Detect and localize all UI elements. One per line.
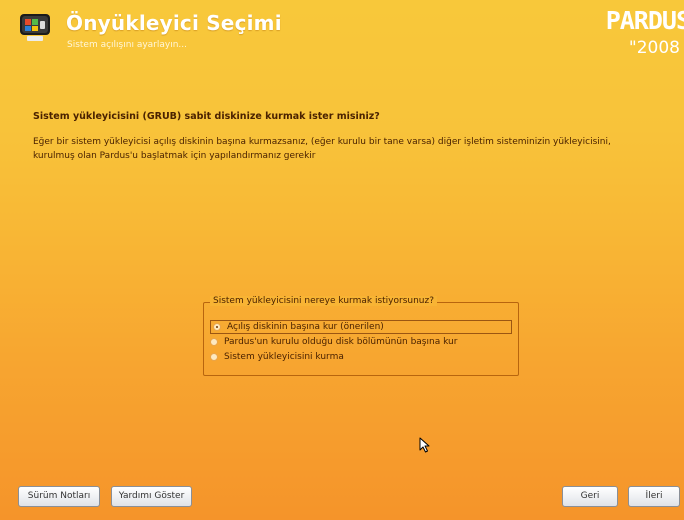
group-legend: Sistem yükleyicisini nereye kurmak istiy… bbox=[210, 296, 438, 306]
show-help-button[interactable]: Yardımı Göster bbox=[111, 486, 192, 507]
pardus-logo: PARDUS "2008 bbox=[606, 6, 684, 62]
page-title: Önyükleyici Seçimi bbox=[66, 11, 282, 35]
radio-unchecked-icon[interactable] bbox=[210, 353, 218, 361]
bootloader-screen-icon bbox=[19, 13, 51, 43]
option-no-bootloader[interactable]: Sistem yükleyicisini kurma bbox=[210, 350, 344, 364]
question-heading: Sistem yükleyicisini (GRUB) sabit diskin… bbox=[33, 111, 380, 122]
radio-unchecked-icon[interactable] bbox=[210, 338, 218, 346]
release-notes-button[interactable]: Sürüm Notları bbox=[18, 486, 100, 507]
next-button[interactable]: İleri bbox=[628, 486, 680, 507]
option-label: Pardus'un kurulu olduğu disk bölümünün b… bbox=[224, 337, 458, 347]
back-button[interactable]: Geri bbox=[562, 486, 618, 507]
radio-checked-icon[interactable] bbox=[213, 323, 221, 331]
mouse-cursor-icon bbox=[419, 437, 431, 453]
option-label: Sistem yükleyicisini kurma bbox=[224, 352, 344, 362]
page-subtitle: Sistem açılışını ayarlayın... bbox=[67, 40, 188, 50]
install-location-group: Sistem yükleyicisini nereye kurmak istiy… bbox=[203, 296, 519, 376]
option-pardus-partition[interactable]: Pardus'un kurulu olduğu disk bölümünün b… bbox=[210, 335, 457, 349]
logo-year: "2008 bbox=[628, 38, 680, 58]
description-text: Eğer bir sistem yükleyicisi açılış diski… bbox=[33, 137, 611, 161]
option-boot-disk[interactable]: Açılış diskinin başına kur (önerilen) bbox=[210, 320, 512, 334]
logo-name: PARDUS bbox=[605, 6, 684, 35]
option-label: Açılış diskinin başına kur (önerilen) bbox=[227, 322, 384, 332]
